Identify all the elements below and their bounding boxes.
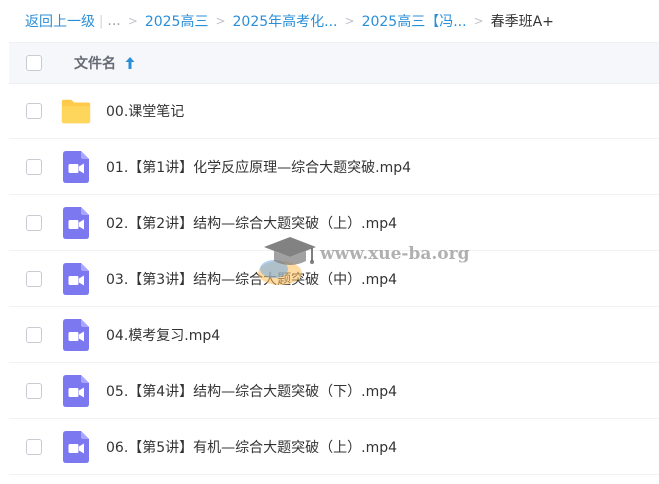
row-checkbox[interactable] [26,158,42,175]
breadcrumb-separator: > [344,14,355,28]
breadcrumb-separator: > [473,14,484,28]
file-name[interactable]: 02.【第2讲】结构—综合大题突破（上）.mp4 [106,213,397,233]
breadcrumb-separator: > [215,14,226,28]
breadcrumb-ellipsis[interactable]: ... [107,13,120,29]
select-all-checkbox[interactable] [26,55,42,71]
folder-icon [60,95,92,127]
row-checkbox[interactable] [26,326,42,343]
list-item[interactable]: 03.【第3讲】结构—综合大题突破（中）.mp4 [9,251,659,307]
row-checkbox[interactable] [26,382,42,399]
file-name[interactable]: 00.课堂笔记 [106,101,184,121]
video-file-icon [60,318,92,351]
video-file-icon [60,430,92,463]
filename-column-label: 文件名 [74,56,116,72]
file-list: 00.课堂笔记 01.【第1讲】化学反应原理—综合大题突破.mp4 02.【第2… [9,83,659,475]
list-item[interactable]: 05.【第4讲】结构—综合大题突破（下）.mp4 [9,363,659,419]
row-checkbox[interactable] [26,438,42,455]
breadcrumb-item-teacher[interactable]: 2025高三【冯... [362,11,467,31]
file-name[interactable]: 04.模考复习.mp4 [106,325,220,345]
row-checkbox[interactable] [26,214,42,231]
breadcrumb-item-chemistry[interactable]: 2025年高考化... [233,11,338,31]
breadcrumb-item-2025-senior[interactable]: 2025高三 [145,11,209,31]
filename-column-header[interactable]: 文件名 [74,53,136,73]
video-file-icon [60,150,92,183]
list-item[interactable]: 02.【第2讲】结构—综合大题突破（上）.mp4 [9,195,659,251]
video-file-icon [60,206,92,239]
row-checkbox[interactable] [26,102,42,119]
list-item[interactable]: 01.【第1讲】化学反应原理—综合大题突破.mp4 [9,139,659,195]
breadcrumb: 返回上一级 | ... > 2025高三 > 2025年高考化... > 202… [25,0,554,42]
breadcrumb-pipe: | [99,13,104,29]
breadcrumb-current: 春季班A+ [490,14,554,30]
video-file-icon [60,262,92,295]
file-name[interactable]: 05.【第4讲】结构—综合大题突破（下）.mp4 [106,381,397,401]
row-checkbox[interactable] [26,270,42,287]
video-file-icon [60,374,92,407]
breadcrumb-separator: > [127,14,138,28]
sort-ascending-icon [125,57,135,69]
list-item[interactable]: 06.【第5讲】有机—综合大题突破（上）.mp4 [9,419,659,475]
back-link[interactable]: 返回上一级 [25,11,95,31]
file-name[interactable]: 06.【第5讲】有机—综合大题突破（上）.mp4 [106,437,397,457]
list-item[interactable]: 04.模考复习.mp4 [9,307,659,363]
file-name[interactable]: 03.【第3讲】结构—综合大题突破（中）.mp4 [106,269,397,289]
list-item[interactable]: 00.课堂笔记 [9,83,659,139]
file-name[interactable]: 01.【第1讲】化学反应原理—综合大题突破.mp4 [106,157,411,177]
file-list-header: 文件名 [9,42,659,84]
